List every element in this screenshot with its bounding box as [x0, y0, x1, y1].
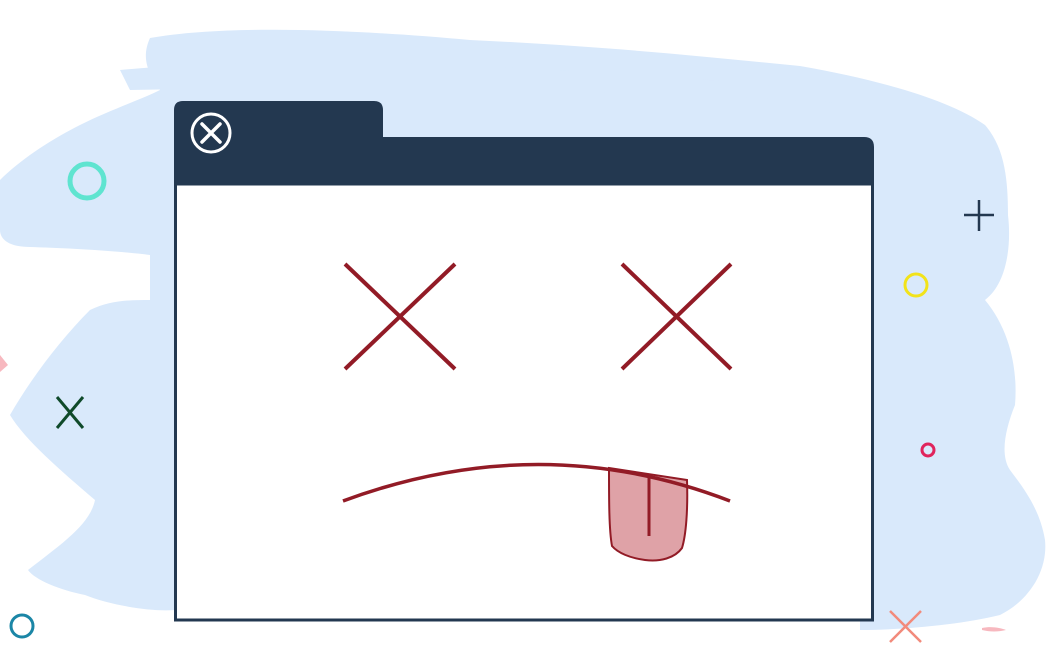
pink-edge-dash-left — [0, 355, 8, 372]
error-illustration — [0, 29, 1046, 643]
window-body — [174, 182, 874, 622]
blue-ring-decoration — [9, 613, 35, 639]
error-window — [174, 101, 874, 622]
window-titlebar — [174, 137, 874, 184]
pink-edge-dash-right — [982, 627, 1006, 632]
